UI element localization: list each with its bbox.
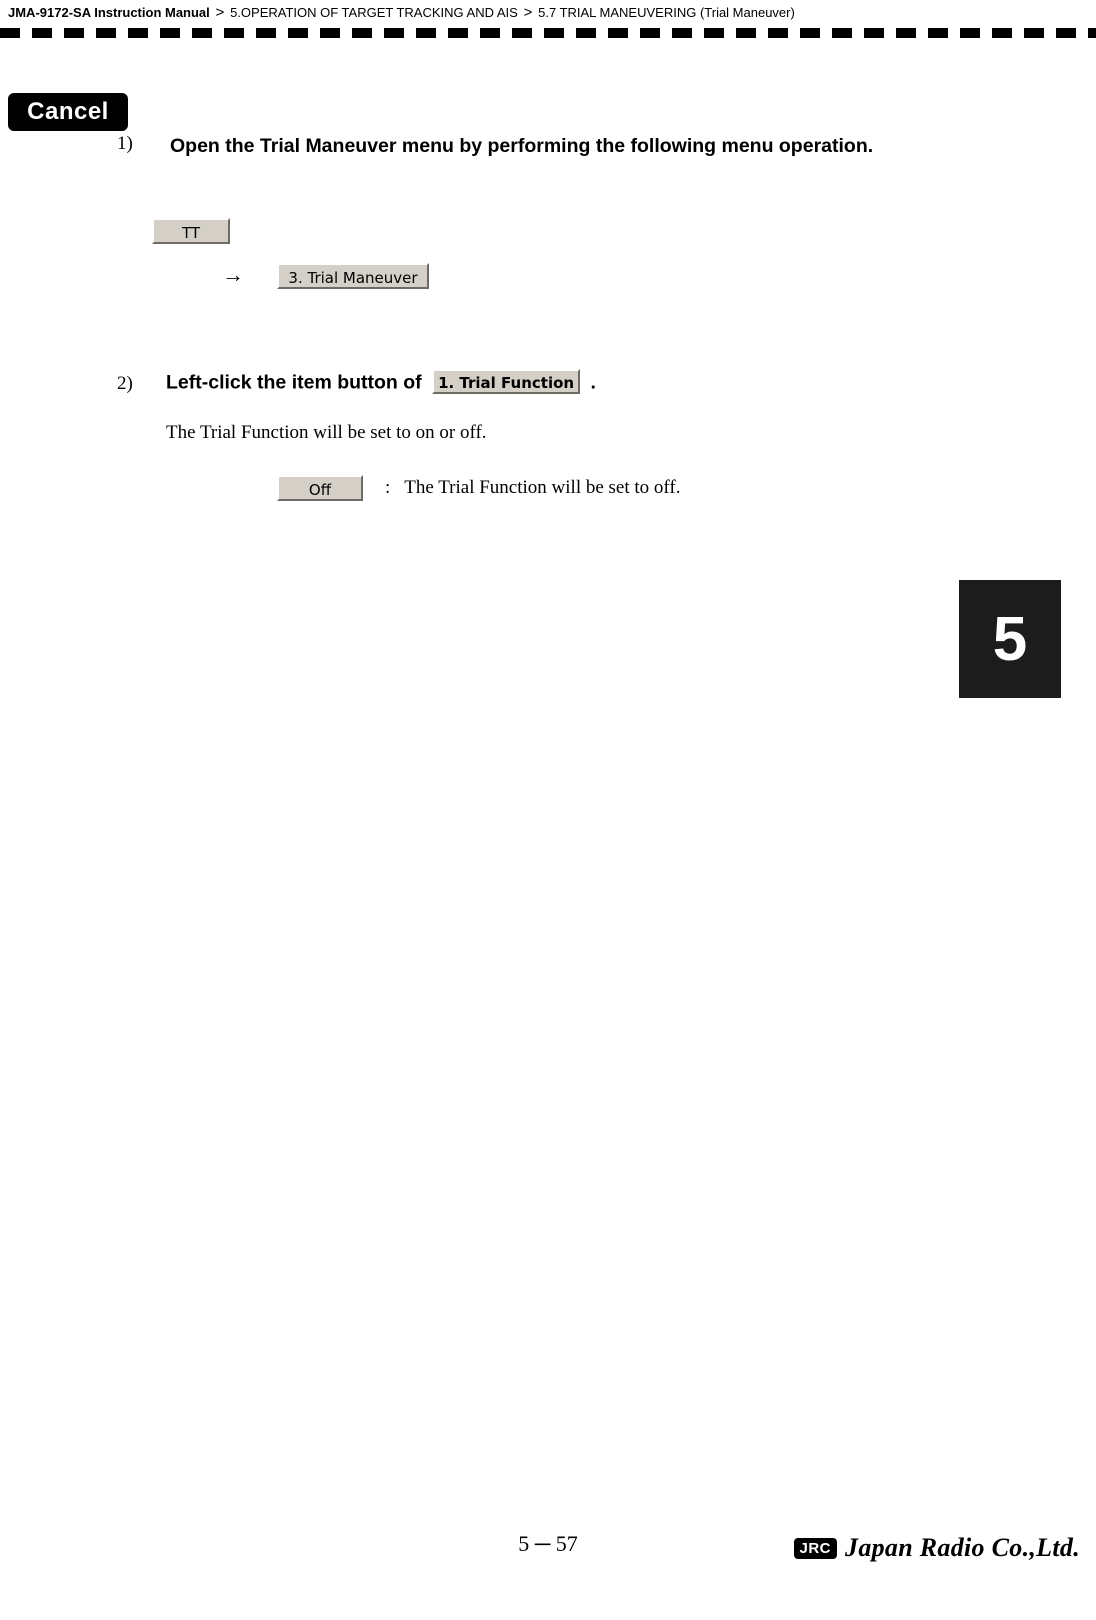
header-chapter: 5.OPERATION OF TARGET TRACKING AND AIS	[230, 5, 518, 20]
step-1-number: 1)	[117, 133, 133, 154]
menu-path-arrow: →	[222, 262, 244, 287]
button-trial-maneuver[interactable]: 3. Trial Maneuver	[277, 263, 429, 289]
step-2-number: 2)	[117, 373, 133, 394]
step-2-description: The Trial Function will be set to on or …	[166, 422, 487, 443]
document-header: JMA-9172-SA Instruction Manual > 5.OPERA…	[0, 0, 1096, 26]
button-trial-function[interactable]: 1. Trial Function	[432, 369, 581, 394]
header-dashed-rule	[0, 28, 1096, 38]
header-section: 5.7 TRIAL MANEUVERING (Trial Maneuver)	[538, 5, 795, 20]
chapter-tab-number: 5	[992, 604, 1028, 674]
button-off[interactable]: Off	[277, 475, 363, 501]
setting-row-off: Off : The Trial Function will be set to …	[277, 475, 680, 501]
step-2-text-before: Left-click the item button of	[166, 371, 422, 394]
header-manual-title: JMA-9172-SA Instruction Manual	[8, 5, 210, 20]
footer-logo: JRC Japan Radio Co.,Ltd.	[793, 1533, 1081, 1563]
jrc-company-name: Japan Radio Co.,Ltd.	[845, 1533, 1080, 1562]
button-tt[interactable]: TT	[152, 218, 230, 244]
setting-row-colon: :	[385, 477, 391, 498]
cancel-tag: Cancel	[8, 93, 128, 131]
step-1-text: Open the Trial Maneuver menu by performi…	[170, 135, 874, 157]
cancel-tag-label: Cancel	[27, 98, 109, 125]
step-2-row: Left-click the item button of 1. Trial F…	[166, 369, 596, 396]
header-separator-1: >	[215, 4, 225, 21]
setting-row-description: The Trial Function will be set to off.	[404, 477, 681, 498]
chapter-tab: 5	[959, 580, 1061, 698]
step-2-text-after: .	[590, 371, 596, 394]
jrc-logo-mark: JRC	[793, 1537, 838, 1559]
header-separator-2: >	[523, 4, 533, 21]
